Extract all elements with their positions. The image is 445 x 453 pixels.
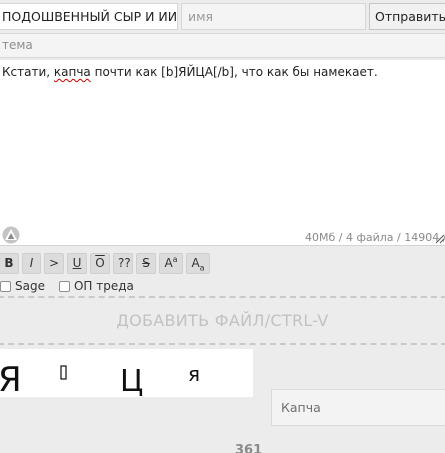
misspelled-word: капча <box>53 65 91 79</box>
comment-text: Кстати, капча почти как [b]ЯЙЦА[/b], что… <box>2 65 378 79</box>
captcha-input[interactable]: Капча <box>271 389 445 426</box>
name-input[interactable]: имя <box>181 3 366 30</box>
topic-input[interactable]: тема <box>0 33 445 58</box>
comment-textarea[interactable]: Кстати, капча почти как [b]ЯЙЦА[/b], что… <box>0 60 445 246</box>
subject-field[interactable]: ПОДОШВЕННЫЙ СЫР И ИИШ <box>0 3 178 30</box>
subscript-button[interactable]: Aa <box>186 253 210 274</box>
quote-button[interactable]: > <box>44 253 64 274</box>
superscript-mark: a <box>172 255 178 264</box>
captcha-glyph-box <box>60 365 67 380</box>
op-label: ОП треда <box>73 279 134 293</box>
send-button[interactable]: Отправить <box>369 3 445 30</box>
upload-limits-text: 40Мб / 4 файла / 14904 / <box>305 231 445 244</box>
underline-button[interactable]: U <box>67 253 87 274</box>
triangle-logo-icon[interactable] <box>2 226 20 244</box>
captcha-image: Я Ц я <box>0 349 253 400</box>
bold-button[interactable]: B <box>0 253 19 274</box>
overline-button[interactable]: O <box>90 253 110 274</box>
op-checkbox[interactable] <box>58 280 70 292</box>
subscript-mark: a <box>199 263 205 273</box>
sage-checkbox[interactable] <box>0 280 11 292</box>
superscript-label: A <box>164 256 173 270</box>
resize-handle-icon[interactable] <box>433 232 445 244</box>
sage-label: Sage <box>15 279 45 293</box>
strike-button[interactable]: S <box>136 253 156 274</box>
subscript-label: A <box>191 256 200 270</box>
spoiler-button[interactable]: ?? <box>113 253 133 274</box>
captcha-glyph: я <box>188 362 200 386</box>
comment-text-before: Кстати, <box>2 65 54 79</box>
superscript-button[interactable]: Aa <box>159 253 183 274</box>
markup-toolbar: B I > U O ?? S Aa Aa <box>0 253 210 275</box>
footer-number: 361 <box>235 443 263 453</box>
captcha-glyph: Я <box>0 360 22 397</box>
file-dropzone[interactable]: ДОБАВИТЬ ФАЙЛ/CTRL-V <box>0 296 445 345</box>
captcha-glyph: Ц <box>120 364 143 397</box>
italic-button[interactable]: I <box>22 253 41 274</box>
options-row: Sage ОП треда <box>0 278 148 294</box>
comment-text-after: почти как [b]ЯЙЦА[/b], что как бы намека… <box>90 65 378 79</box>
